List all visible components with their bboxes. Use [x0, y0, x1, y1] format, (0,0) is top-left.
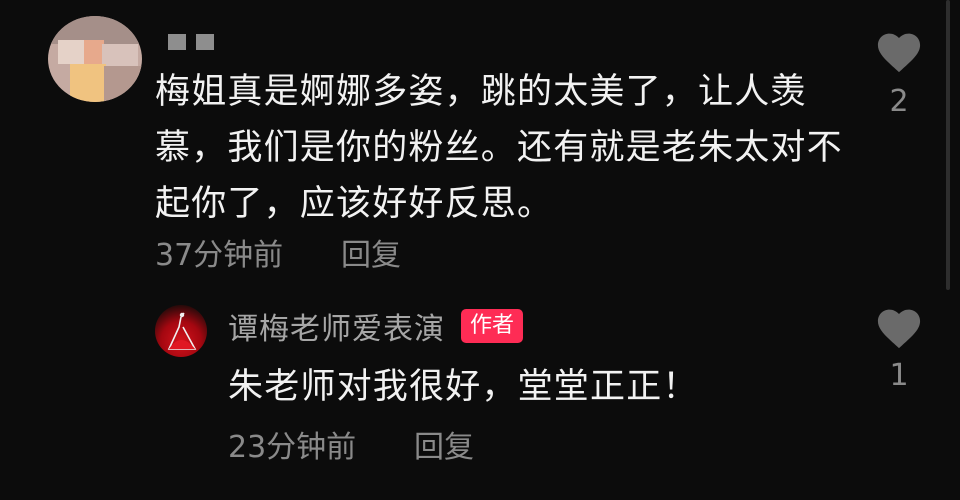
author-badge: 作者 — [461, 309, 524, 343]
comment-text: 梅姐真是婀娜多姿，跳的太美了，让人羡慕，我们是你的粉丝。还有就是老朱太对不起你了… — [155, 72, 843, 224]
reply-text: 朱老师对我很好，堂堂正正！ — [228, 367, 699, 407]
reply-timestamp: 23分钟前 — [228, 430, 357, 465]
comment-timestamp: 37分钟前 — [155, 238, 284, 273]
scrollbar[interactable] — [946, 0, 950, 290]
reply-header: 谭梅老师爱表演 作者 — [228, 304, 524, 348]
comment-meta: 37分钟前 回复 — [155, 230, 401, 274]
heart-icon[interactable] — [876, 306, 922, 350]
username-block — [168, 34, 186, 50]
reply-meta: 23分钟前 回复 — [228, 422, 474, 466]
comment-thread: 梅姐真是婀娜多姿，跳的太美了，让人羡慕，我们是你的粉丝。还有就是老朱太对不起你了… — [0, 0, 960, 500]
dancer-avatar-icon[interactable] — [155, 305, 207, 357]
username-block — [196, 34, 214, 50]
censored-username[interactable] — [168, 34, 214, 50]
like-count: 1 — [889, 358, 909, 393]
dancer-figure-icon — [167, 312, 197, 350]
heart-icon[interactable] — [876, 30, 922, 74]
reply-author-name[interactable]: 谭梅老师爱表演 — [228, 304, 445, 348]
like-count: 2 — [889, 84, 909, 119]
reply-button[interactable]: 回复 — [341, 230, 401, 274]
reply-button[interactable]: 回复 — [414, 422, 474, 466]
pixelated-avatar-icon[interactable] — [48, 16, 142, 102]
